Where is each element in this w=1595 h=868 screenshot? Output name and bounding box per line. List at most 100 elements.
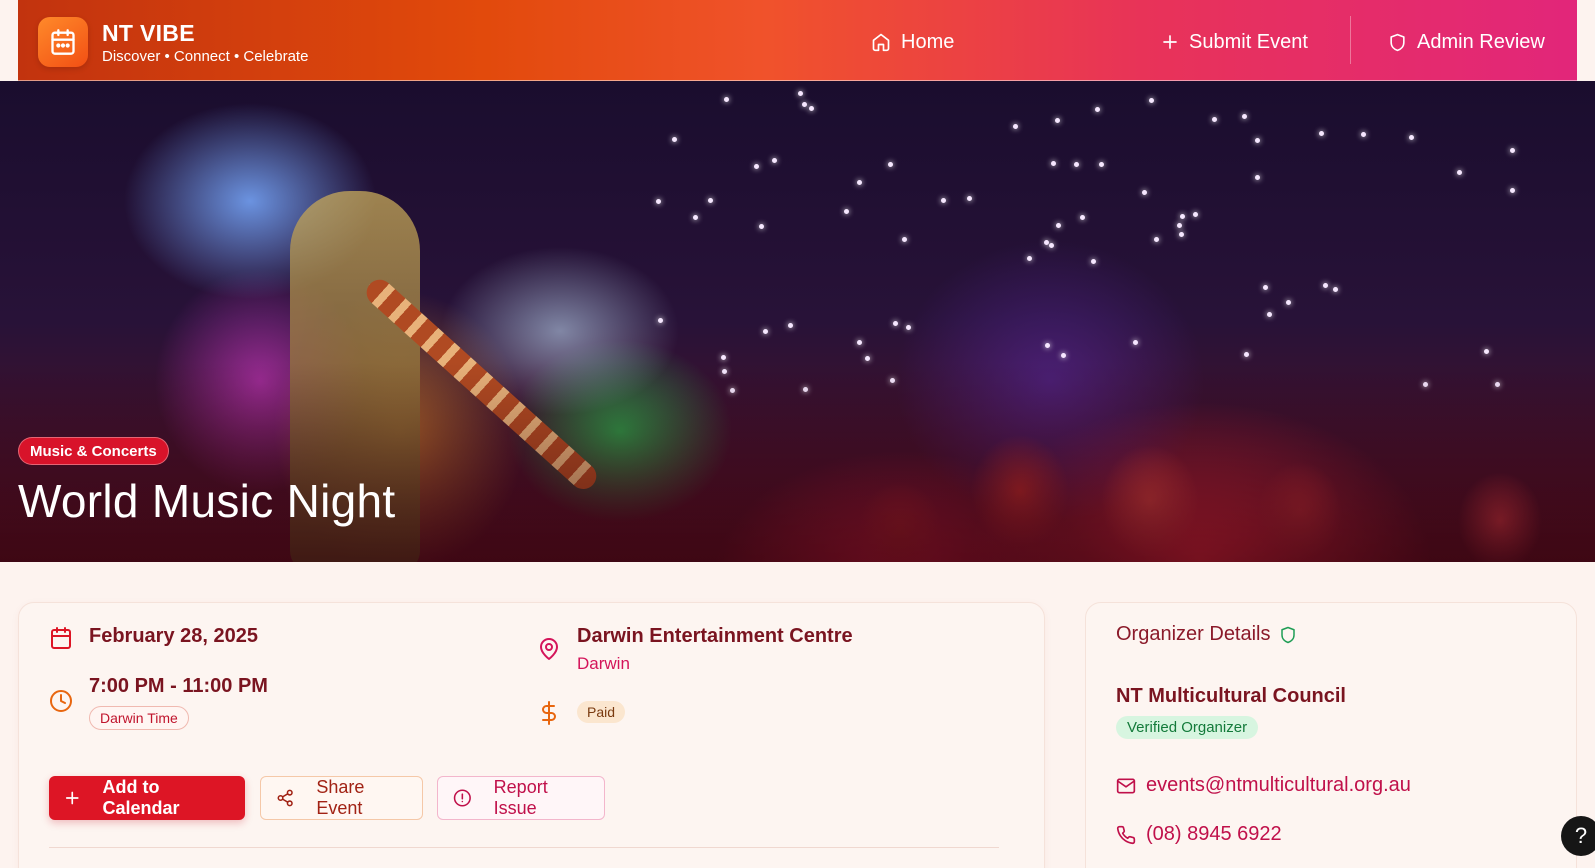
- light-dot: [1408, 134, 1414, 140]
- nav-home-label: Home: [901, 30, 955, 53]
- top-nav-bar: NT VIBE Discover • Connect • Celebrate H…: [18, 0, 1577, 81]
- report-issue-button[interactable]: Report Issue: [437, 776, 605, 820]
- light-dot: [1510, 147, 1516, 153]
- mail-icon: [1116, 778, 1136, 793]
- nav-submit-label: Submit Event: [1189, 30, 1308, 53]
- light-dot: [1027, 256, 1033, 262]
- organizer-name: NT Multicultural Council: [1116, 685, 1346, 707]
- light-dot: [762, 328, 768, 334]
- light-dot: [905, 325, 911, 331]
- light-dot: [1211, 116, 1217, 122]
- price-badge: Paid: [577, 701, 626, 723]
- light-dot: [1361, 131, 1367, 137]
- light-dot: [941, 198, 947, 204]
- hero-overlay: [0, 362, 1595, 562]
- share-icon: [277, 789, 293, 807]
- light-dot: [656, 198, 662, 204]
- light-dot: [843, 209, 849, 215]
- nav-home[interactable]: Home: [871, 27, 954, 57]
- light-dot: [798, 91, 804, 97]
- organizer-heading-label: Organizer Details: [1116, 623, 1271, 645]
- light-dot: [1051, 160, 1057, 166]
- light-dot: [887, 162, 893, 167]
- light-dot: [1318, 130, 1324, 136]
- plus-icon: [65, 791, 79, 805]
- light-dot: [1044, 342, 1050, 348]
- light-dot: [1322, 283, 1328, 289]
- category-badge: Music & Concerts: [18, 437, 169, 465]
- light-dot: [864, 356, 870, 362]
- light-dot: [1241, 113, 1247, 119]
- light-dot: [1073, 161, 1079, 167]
- light-dot: [692, 214, 698, 220]
- verified-badge: Verified Organizer: [1116, 716, 1259, 739]
- dollar-icon: [542, 701, 556, 725]
- event-time: 7:00 PM - 11:00 PM Darwin Time: [49, 675, 268, 730]
- calendar-icon: [51, 627, 71, 649]
- light-dot: [720, 354, 726, 360]
- nav-admin-review[interactable]: Admin Review: [1388, 27, 1545, 57]
- light-dot: [1177, 223, 1183, 229]
- help-button[interactable]: ?: [1561, 816, 1595, 856]
- brand-tagline: Discover • Connect • Celebrate: [102, 47, 309, 65]
- light-dot: [1484, 349, 1490, 355]
- event-title: World Music Night: [18, 475, 396, 527]
- light-dot: [1055, 118, 1061, 124]
- light-dot: [1456, 170, 1462, 176]
- map-pin-icon: [540, 638, 558, 660]
- event-price: Paid: [537, 701, 626, 725]
- light-dot: [753, 164, 759, 170]
- light-dot: [1154, 237, 1160, 243]
- report-issue-label: Report Issue: [493, 777, 548, 818]
- light-dot: [966, 196, 972, 202]
- share-event-label: Share Event: [316, 777, 365, 818]
- home-icon: [872, 33, 890, 52]
- organizer-heading: Organizer Details: [1116, 623, 1297, 646]
- light-dot: [1091, 259, 1097, 265]
- event-date-text: February 28, 2025: [89, 625, 258, 647]
- light-dot: [1192, 211, 1198, 217]
- light-dot: [657, 317, 663, 323]
- venue-city: Darwin: [577, 654, 630, 673]
- add-to-calendar-button[interactable]: Add to Calendar: [49, 776, 245, 820]
- organizer-card: Organizer Details NT Multicultural Counc…: [1085, 602, 1577, 868]
- organizer-phone: (08) 8945 6922: [1146, 823, 1282, 845]
- light-dot: [1180, 214, 1186, 220]
- organizer-phone-link[interactable]: (08) 8945 6922: [1116, 823, 1282, 846]
- light-dot: [788, 322, 794, 328]
- phone-icon: [1116, 825, 1136, 844]
- light-dot: [1094, 106, 1100, 112]
- event-time-text: 7:00 PM - 11:00 PM: [89, 675, 268, 697]
- light-dot: [857, 179, 863, 185]
- light-dot: [1013, 123, 1019, 129]
- light-dot: [1333, 286, 1338, 292]
- light-dot: [1267, 312, 1273, 318]
- add-to-calendar-label: Add to Calendar: [102, 777, 180, 818]
- calendar-icon: [38, 17, 88, 67]
- light-dot: [1080, 215, 1086, 221]
- light-dot: [1149, 98, 1155, 104]
- venue-name: Darwin Entertainment Centre: [577, 625, 853, 647]
- share-event-button[interactable]: Share Event: [260, 776, 423, 820]
- brand-name: NT VIBE: [102, 19, 195, 46]
- light-dot: [1254, 138, 1260, 144]
- nav-submit-event[interactable]: Submit Event: [1161, 27, 1308, 57]
- light-dot: [772, 158, 778, 164]
- light-dot: [1055, 222, 1061, 228]
- light-dot: [1048, 242, 1054, 248]
- light-dot: [1133, 340, 1139, 346]
- light-dot: [1244, 351, 1250, 357]
- brand[interactable]: NT VIBE Discover • Connect • Celebrate: [38, 17, 308, 67]
- light-dot: [723, 97, 729, 103]
- card-divider: [49, 847, 999, 848]
- light-dot: [671, 137, 677, 143]
- nav-divider: [1350, 16, 1351, 64]
- light-dot: [758, 224, 764, 230]
- clock-icon: [50, 690, 72, 712]
- light-dot: [893, 320, 899, 326]
- organizer-email-link[interactable]: events@ntmulticultural.org.au: [1116, 774, 1411, 797]
- light-dot: [1060, 352, 1066, 358]
- event-location: Darwin Entertainment Centre Darwin: [537, 625, 853, 674]
- event-date: February 28, 2025: [49, 625, 258, 650]
- light-dot: [707, 197, 713, 203]
